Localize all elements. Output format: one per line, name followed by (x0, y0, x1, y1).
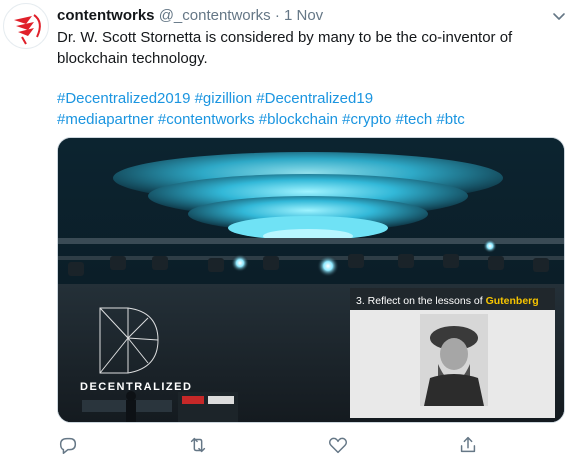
tweet-text: Dr. W. Scott Stornetta is considered by … (57, 29, 513, 67)
heart-icon[interactable] (327, 434, 349, 456)
header-separator: · (274, 7, 280, 24)
conference-photo: DECENTRALIZED 3. Reflect on the lessons … (58, 138, 564, 422)
tweet-actions (57, 434, 557, 456)
tweet-photo[interactable]: DECENTRALIZED 3. Reflect on the lessons … (57, 137, 565, 423)
timestamp[interactable]: 1 Nov (284, 7, 323, 24)
share-icon[interactable] (457, 434, 479, 456)
chevron-down-icon[interactable] (549, 6, 569, 26)
contentworks-logo-icon (14, 14, 41, 45)
author-handle[interactable]: @_contentworks (159, 7, 271, 24)
hashtag-line[interactable]: #mediapartner #contentworks #blockchain … (57, 109, 567, 130)
avatar[interactable] (3, 3, 49, 49)
author-name[interactable]: contentworks (57, 7, 155, 24)
hashtag-line[interactable]: #Decentralized2019 #gizillion #Decentral… (57, 88, 567, 109)
tweet-header: contentworks @_contentworks · 1 Nov (57, 6, 323, 26)
event-logo-text: DECENTRALIZED (80, 381, 192, 393)
slide-title: 3. Reflect on the lessons of (356, 295, 486, 307)
reply-icon[interactable] (57, 434, 79, 456)
tweet: contentworks @_contentworks · 1 Nov Dr. … (0, 0, 581, 466)
svg-text:3. Reflect on the lessons of G: 3. Reflect on the lessons of Gutenberg (356, 295, 539, 307)
hashtags: #Decentralized2019 #gizillion #Decentral… (57, 88, 567, 130)
retweet-icon[interactable] (187, 434, 209, 456)
slide-title-highlight: Gutenberg (486, 295, 539, 307)
